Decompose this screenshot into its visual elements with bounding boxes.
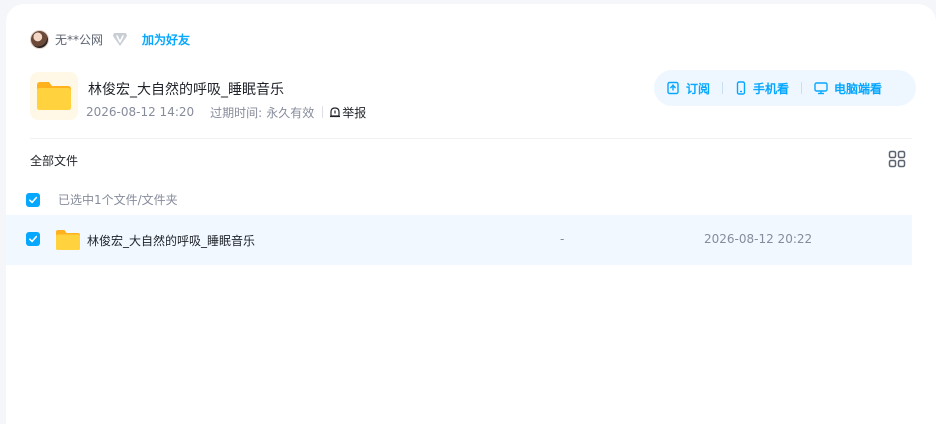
subscribe-label: 订阅 [686, 81, 711, 96]
select-all-row: 已选中1个文件/文件夹 [26, 191, 178, 208]
sharer-info: 无**公网 加为好友 [30, 29, 190, 49]
file-size: - [560, 232, 565, 246]
file-name[interactable]: 林俊宏_大自然的呼吸_睡眠音乐 [87, 232, 255, 249]
monitor-icon [814, 82, 828, 95]
expire-value: 永久有效 [266, 105, 315, 120]
meta-divider [322, 106, 324, 118]
grid-view-icon[interactable] [888, 150, 906, 172]
folder-icon [56, 230, 80, 250]
share-title: 林俊宏_大自然的呼吸_睡眠音乐 [88, 82, 284, 98]
avatar[interactable] [30, 29, 49, 49]
subscribe-button[interactable]: 订阅 [666, 80, 710, 97]
view-actions: 订阅 手机看 电脑端看 [654, 70, 916, 106]
share-date: 2026-08-12 14:20 [86, 105, 195, 119]
report-button[interactable]: 举报 [329, 104, 366, 121]
add-friend-link[interactable]: 加为好友 [142, 31, 190, 48]
table-row[interactable]: 林俊宏_大自然的呼吸_睡眠音乐 - 2026-08-12 20:22 [6, 215, 912, 265]
action-divider [722, 82, 724, 94]
mobile-view-button[interactable]: 手机看 [735, 80, 789, 97]
desktop-view-label: 电脑端看 [834, 81, 883, 96]
select-all-checkbox[interactable] [26, 192, 40, 207]
phone-icon [736, 81, 746, 95]
check-icon [29, 235, 38, 243]
share-folder-icon [30, 72, 78, 120]
subscribe-icon [667, 81, 679, 95]
file-modified-date: 2026-08-12 20:22 [704, 232, 813, 246]
header-divider [30, 138, 912, 139]
desktop-view-button[interactable]: 电脑端看 [814, 80, 882, 97]
breadcrumb[interactable]: 全部文件 [30, 152, 78, 169]
share-meta: 2026-08-12 14:20 过期时间: 永久有效 举报 [86, 104, 366, 120]
report-icon [330, 107, 341, 118]
action-divider [801, 82, 803, 94]
user-name[interactable]: 无**公网 [55, 31, 103, 48]
share-page-card: 无**公网 加为好友 林俊宏_大自然的呼吸_睡眠音乐 2026-08-12 14… [6, 4, 936, 424]
mobile-view-label: 手机看 [753, 81, 790, 96]
check-icon [29, 196, 38, 203]
row-checkbox[interactable] [26, 232, 40, 246]
report-label: 举报 [342, 105, 367, 120]
expire-label: 过期时间: [210, 105, 263, 120]
selection-count: 已选中1个文件/文件夹 [58, 193, 178, 207]
diamond-icon [111, 30, 129, 48]
